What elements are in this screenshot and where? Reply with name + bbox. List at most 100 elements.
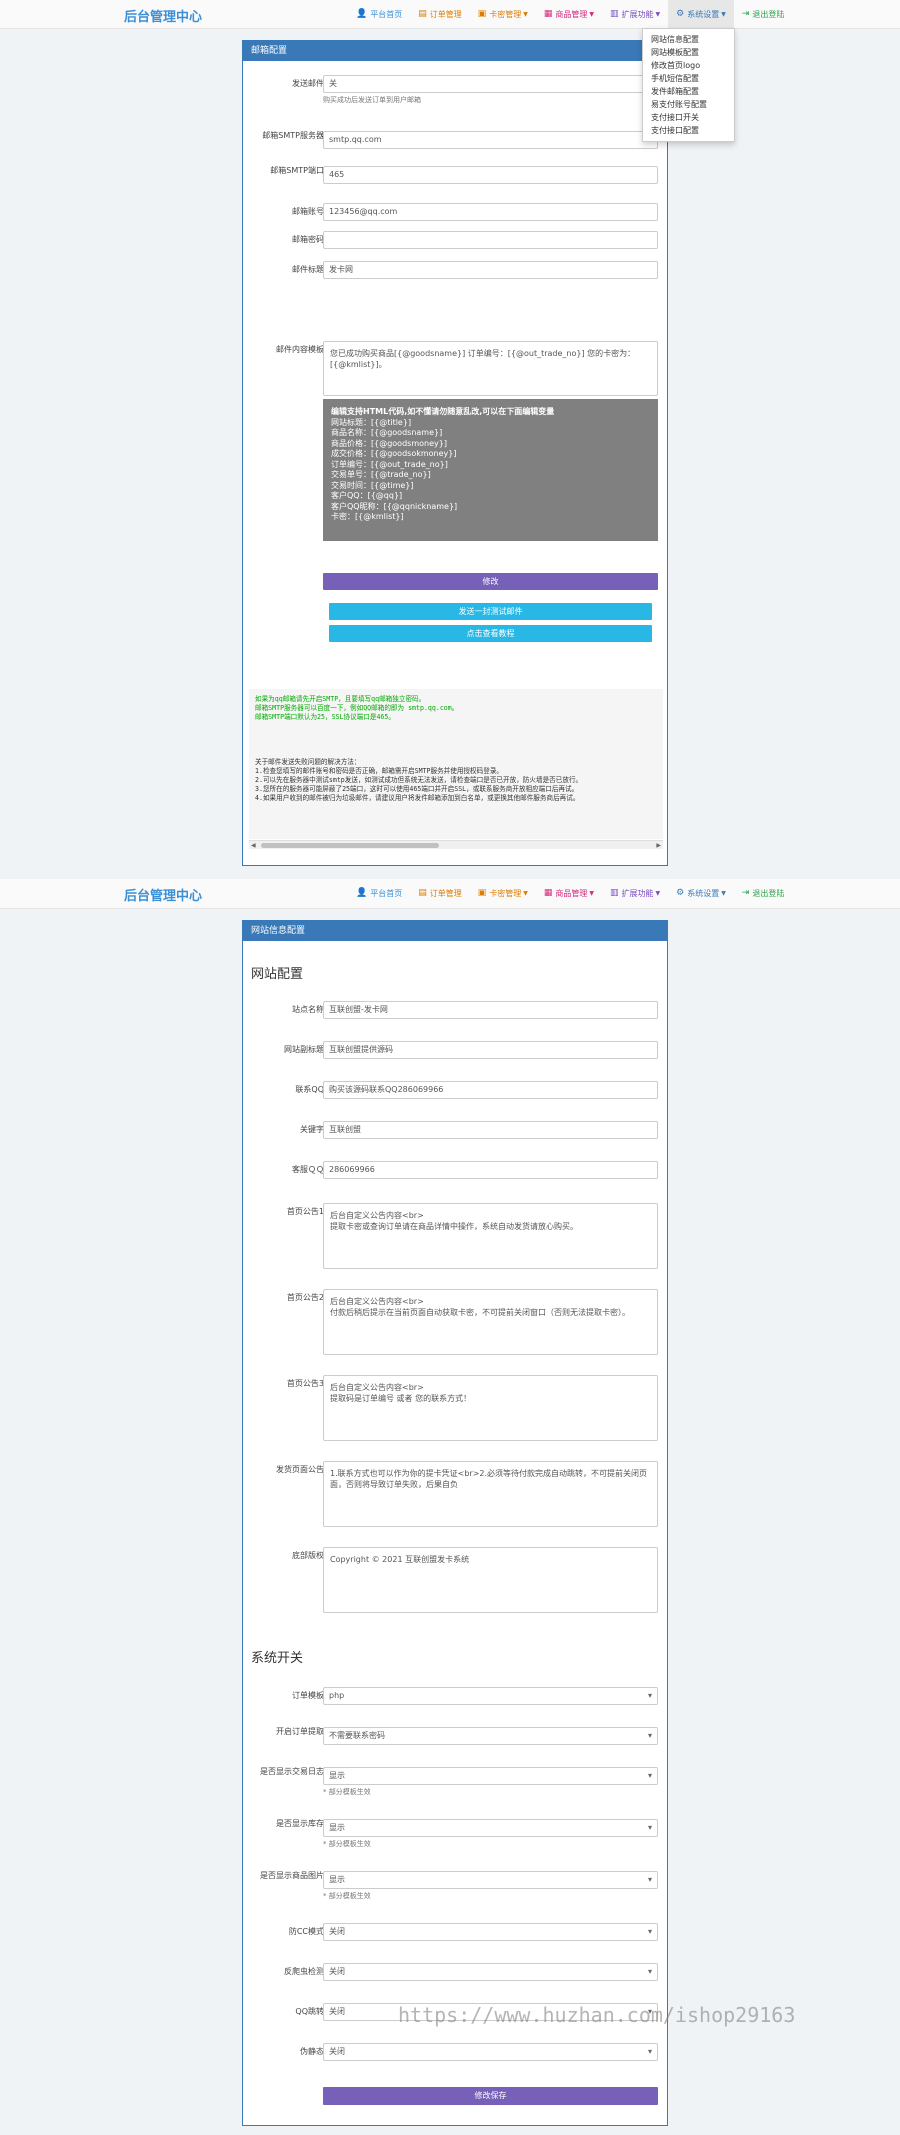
- switch-select[interactable]: 不需要联系密码: [323, 1727, 658, 1745]
- card-icon: ▣: [477, 888, 487, 898]
- nav-item-card[interactable]: ▣ 卡密管理 ▼: [470, 879, 536, 908]
- note-line: 2.可以先在服务器中测试smtp发送，如测试成功但系统无法发送，请检查端口是否已…: [255, 776, 583, 784]
- nav-item-logout[interactable]: ⇥ 退出登陆: [734, 879, 793, 908]
- scroll-thumb[interactable]: [261, 843, 439, 848]
- dropdown-item[interactable]: 修改首页logo: [643, 59, 734, 72]
- nav-item-label: 商品管理: [555, 10, 588, 19]
- nav-item-label: 退出登陆: [752, 889, 785, 898]
- nav-item-list[interactable]: ▤ 订单管理: [410, 0, 470, 29]
- template-variable: 卡密：[{@kmlist}]: [331, 512, 404, 521]
- site-field-input[interactable]: 互联创盟提供源码: [323, 1041, 658, 1059]
- nav-item-label: 扩展功能: [621, 889, 654, 898]
- caret-down-icon: ▼: [589, 890, 595, 897]
- mail-field-input[interactable]: [323, 231, 658, 249]
- nav-item-label: 订单管理: [429, 10, 462, 19]
- site-textarea[interactable]: Copyright © 2021 互联创盟发卡系统: [323, 1547, 658, 1613]
- switch-select[interactable]: 显示: [323, 1767, 658, 1785]
- mail-field-input[interactable]: 发卡网: [323, 261, 658, 279]
- note-line: 4.如果用户收到的邮件被归为垃圾邮件，请建议用户将发件邮箱添加到白名单，或更换其…: [255, 794, 580, 802]
- nav-item-label: 卡密管理: [489, 889, 522, 898]
- section-title-site: 网站配置: [251, 967, 304, 982]
- site-field-input[interactable]: 286069966: [323, 1161, 658, 1179]
- template-variable: 交易单号：[{@trade_no}]: [331, 470, 431, 479]
- nav-item-apps[interactable]: ▥ 扩展功能 ▼: [602, 879, 668, 908]
- mail-field-input[interactable]: 123456@qq.com: [323, 203, 658, 221]
- nav-item-list[interactable]: ▤ 订单管理: [410, 879, 470, 908]
- template-variable: 客户QQ昵称：[{@qqnickname}]: [331, 501, 458, 511]
- field-label: 联系QQ: [295, 1085, 324, 1094]
- mail-submit-button[interactable]: 修改: [323, 573, 658, 590]
- nav-item-label: 平台首页: [370, 10, 403, 19]
- site-textarea[interactable]: 后台自定义公告内容<br> 提取码是订单编号 或者 您的联系方式！: [323, 1375, 658, 1441]
- site-submit-button[interactable]: 修改保存: [323, 2087, 658, 2105]
- mail-field-input[interactable]: 465: [323, 166, 658, 184]
- switch-select[interactable]: 关闭: [323, 1923, 658, 1941]
- caret-down-icon: ▼: [655, 11, 661, 18]
- switch-select[interactable]: 关闭: [323, 2043, 658, 2061]
- field-label: 是否显示库存: [276, 1819, 324, 1828]
- note-line: 1.检查您填写的邮件账号和密码是否正确，邮箱需开启SMTP服务并使用授权码登录。: [255, 767, 504, 775]
- site-field-input[interactable]: 互联创盟-发卡网: [323, 1001, 658, 1019]
- switch-select[interactable]: 关闭: [323, 1963, 658, 1981]
- template-variable: 网站标题：[{@title}]: [331, 417, 412, 427]
- dropdown-item[interactable]: 网站信息配置: [643, 33, 734, 46]
- send-mail-select[interactable]: 关: [323, 75, 658, 93]
- logout-icon: ⇥: [741, 9, 750, 19]
- site-textarea[interactable]: 1.联系方式也可以作为你的提卡凭证<br>2.必须等待付款完成自动跳转，不可提前…: [323, 1461, 658, 1527]
- site-textarea[interactable]: 后台自定义公告内容<br> 提取卡密或查询订单请在商品详情中操作，系统自动发货请…: [323, 1203, 658, 1269]
- template-variable: 商品名称：[{@goodsname}]: [331, 428, 443, 437]
- gear-icon: ⚙: [676, 9, 685, 19]
- switch-select[interactable]: 显示: [323, 1871, 658, 1889]
- watermark-text: https://www.huzhan.com/ishop29163: [398, 2003, 796, 2027]
- dropdown-item[interactable]: 易支付账号配置: [643, 98, 734, 111]
- nav-item-apps[interactable]: ▥ 扩展功能 ▼: [602, 0, 668, 29]
- nav-item-cart[interactable]: ▦ 商品管理 ▼: [536, 879, 602, 908]
- cart-icon: ▦: [543, 9, 553, 19]
- notes-scrollbar[interactable]: ◀ ▶: [249, 840, 663, 849]
- panel-title: 网站信息配置: [243, 921, 667, 941]
- nav-item-label: 商品管理: [555, 889, 588, 898]
- nav-item-card[interactable]: ▣ 卡密管理 ▼: [470, 0, 536, 29]
- field-label: QQ跳转: [295, 2007, 324, 2016]
- dropdown-item[interactable]: 手机短信配置: [643, 72, 734, 85]
- field-label: 邮箱密码: [292, 235, 324, 244]
- dropdown-item[interactable]: 网站模板配置: [643, 46, 734, 59]
- template-variable: 交易时间：[{@time}]: [331, 480, 414, 490]
- nav-item-gear[interactable]: ⚙ 系统设置 ▼: [668, 0, 734, 29]
- dropdown-item[interactable]: 支付接口开关: [643, 111, 734, 124]
- nav-item-user[interactable]: 👤 平台首页: [348, 0, 410, 29]
- mail-field-input[interactable]: smtp.qq.com: [323, 131, 658, 149]
- send-test-mail-button[interactable]: 发送一封测试邮件: [329, 603, 652, 620]
- brand-title[interactable]: 后台管理中心: [124, 885, 202, 904]
- nav-item-label: 订单管理: [429, 889, 462, 898]
- nav-item-logout[interactable]: ⇥ 退出登陆: [734, 0, 793, 29]
- caret-down-icon: ▼: [523, 11, 528, 18]
- vars-title: 编辑支持HTML代码,如不懂请勿随意乱改,可以在下面编辑变量: [331, 407, 555, 416]
- switch-select[interactable]: 显示: [323, 1819, 658, 1837]
- field-hint: 购买成功后发送订单到用户邮箱: [323, 96, 421, 104]
- nav-item-gear[interactable]: ⚙ 系统设置 ▼: [668, 879, 734, 908]
- scroll-right-icon[interactable]: ▶: [656, 841, 661, 850]
- list-icon: ▤: [418, 9, 427, 19]
- template-variable: 订单编号：[{@out_trade_no}]: [331, 459, 448, 469]
- nav-item-label: 扩展功能: [621, 10, 654, 19]
- view-tutorial-button[interactable]: 点击查看教程: [329, 625, 652, 642]
- dropdown-item[interactable]: 发件邮箱配置: [643, 85, 734, 98]
- nav-item-cart[interactable]: ▦ 商品管理 ▼: [536, 0, 602, 29]
- note-line: 3.您所在的服务器可能屏蔽了25端口，这时可以使用465端口并开启SSL，或联系…: [255, 785, 579, 793]
- switch-select[interactable]: php: [323, 1687, 658, 1705]
- caret-down-icon: ▼: [589, 11, 595, 18]
- nav-item-user[interactable]: 👤 平台首页: [348, 879, 410, 908]
- gear-icon: ⚙: [676, 888, 685, 898]
- scroll-left-icon[interactable]: ◀: [251, 841, 256, 850]
- user-icon: 👤: [356, 888, 368, 898]
- site-field-input[interactable]: 互联创盟: [323, 1121, 658, 1139]
- brand-title[interactable]: 后台管理中心: [124, 6, 202, 25]
- card-icon: ▣: [477, 9, 487, 19]
- dropdown-item[interactable]: 支付接口配置: [643, 124, 734, 137]
- field-label: 客服ＱＱ: [292, 1165, 324, 1174]
- site-textarea[interactable]: 后台自定义公告内容<br> 付款后稍后提示在当前页面自动获取卡密，不可提前关闭窗…: [323, 1289, 658, 1355]
- mail-content-textarea[interactable]: 您已成功购买商品[{@goodsname}] 订单编号：[{@out_trade…: [323, 341, 658, 396]
- site-field-input[interactable]: 购买该源码联系QQ286069966: [323, 1081, 658, 1099]
- field-label: 邮件标题: [292, 265, 324, 274]
